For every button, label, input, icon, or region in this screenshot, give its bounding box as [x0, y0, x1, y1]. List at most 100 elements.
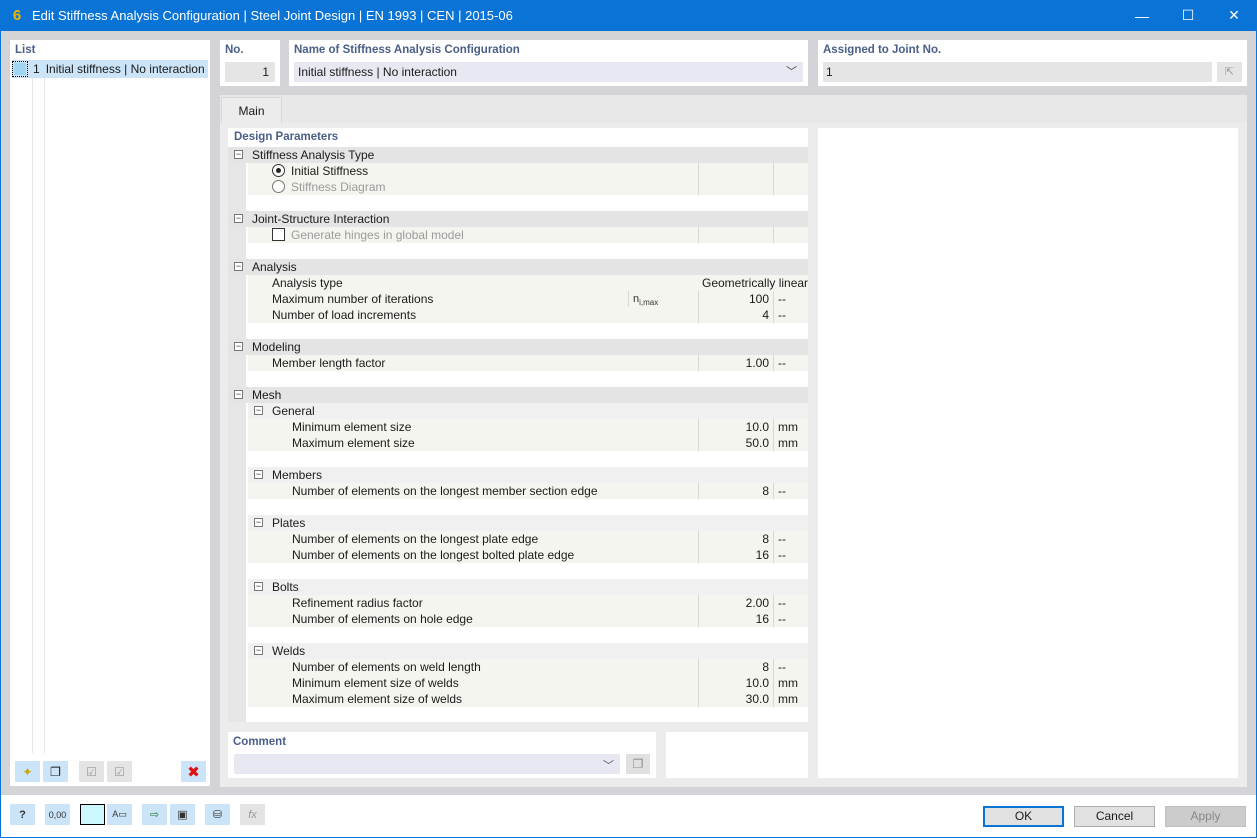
value-input[interactable]: 100 [698, 291, 773, 307]
copy-item-button[interactable]: ❐ [43, 761, 68, 782]
check-all-icon: ☑ [86, 764, 97, 779]
value-input[interactable]: 8 [698, 659, 773, 675]
group-interaction[interactable]: − Joint-Structure Interaction [228, 211, 808, 227]
parameter-label: Maximum number of iterations [272, 292, 434, 306]
parameter-row[interactable]: Number of elements on hole edge 16 -- [248, 611, 808, 627]
analysis-type-value[interactable]: Geometrically linear [698, 275, 808, 291]
save-icon: ▣ [177, 809, 188, 821]
list-label: List [15, 44, 36, 56]
parameter-label: Number of elements on the longest bolted… [292, 548, 575, 562]
minimize-button[interactable]: — [1119, 0, 1165, 31]
group-modeling[interactable]: − Modeling [228, 339, 808, 355]
option-row[interactable]: Generate hinges in global model [248, 227, 808, 243]
number-field[interactable]: 1 [225, 62, 275, 82]
formula-button[interactable]: fx [240, 804, 265, 825]
close-button[interactable]: ✕ [1211, 0, 1257, 31]
initial-stiffness-radio[interactable] [272, 164, 285, 177]
collapse-icon[interactable]: − [254, 646, 263, 655]
unit-cell [773, 179, 808, 195]
collapse-icon[interactable]: − [254, 582, 263, 591]
value-input[interactable]: 2.00 [698, 595, 773, 611]
collapse-icon[interactable]: − [234, 150, 243, 159]
comment-library-button[interactable]: ❐ [626, 754, 650, 774]
parameter-row[interactable]: Maximum number of iterations ni,max 100 … [248, 291, 808, 312]
chevron-down-icon[interactable]: ﹀ [603, 757, 614, 773]
parameter-row[interactable]: Number of elements on the longest plate … [248, 531, 808, 547]
value-input[interactable]: 4 [698, 307, 773, 323]
import-button[interactable]: ⇨ [142, 804, 167, 825]
subgroup-plates[interactable]: − Plates [248, 515, 808, 531]
value-input[interactable]: 10.0 [698, 419, 773, 435]
collapse-icon[interactable]: − [254, 518, 263, 527]
parameter-row[interactable]: Analysis type Geometrically linear [248, 275, 808, 291]
subgroup-bolts[interactable]: − Bolts [248, 579, 808, 595]
value-input[interactable]: 50.0 [698, 435, 773, 451]
subgroup-general[interactable]: − General [248, 403, 808, 419]
generate-hinges-checkbox[interactable] [272, 228, 285, 241]
parameter-row[interactable]: Minimum element size 10.0 mm [248, 419, 808, 435]
stiffness-diagram-radio[interactable] [272, 180, 285, 193]
check-all-button[interactable]: ☑ [79, 761, 104, 782]
group-stiffness-type[interactable]: − Stiffness Analysis Type [228, 147, 808, 163]
name-combobox[interactable]: Initial stiffness | No interaction ﹀ [294, 62, 803, 82]
collapse-icon[interactable]: − [254, 470, 263, 479]
spacer [248, 499, 808, 515]
assigned-joint-field[interactable]: 1 [823, 62, 1212, 82]
library-button[interactable]: ⛁ [205, 804, 230, 825]
parameter-row[interactable]: Number of elements on weld length 8 -- [248, 659, 808, 675]
value-input[interactable]: 10.0 [698, 675, 773, 691]
copy-icon: ❐ [632, 757, 644, 771]
delete-button[interactable]: ✖ [181, 761, 206, 782]
value-input[interactable]: 1.00 [698, 355, 773, 371]
spacer [248, 563, 808, 579]
apply-button[interactable]: Apply [1165, 806, 1246, 827]
option-row[interactable]: Initial Stiffness [248, 163, 808, 179]
collapse-icon[interactable]: − [234, 390, 243, 399]
units-decimals-button[interactable]: 0,00 [45, 804, 70, 825]
list-column-divider [32, 78, 33, 753]
new-item-button[interactable]: ✦ [15, 761, 40, 782]
delete-icon: ✖ [187, 763, 200, 781]
collapse-icon[interactable]: − [254, 406, 263, 415]
value-input[interactable]: 16 [698, 547, 773, 563]
maximize-button[interactable]: ☐ [1165, 0, 1211, 31]
group-analysis[interactable]: − Analysis [228, 259, 808, 275]
parameter-row[interactable]: Maximum element size 50.0 mm [248, 435, 808, 451]
toggle-check-button[interactable]: ☑ [107, 761, 132, 782]
pick-joint-button[interactable]: ⇱ [1217, 62, 1242, 82]
group-label: Stiffness Analysis Type [252, 148, 375, 162]
parameter-row[interactable]: Number of elements on the longest bolted… [248, 547, 808, 563]
value-input[interactable]: 16 [698, 611, 773, 627]
parameter-row[interactable]: Member length factor 1.00 -- [248, 355, 808, 371]
spacer [248, 371, 808, 387]
value-input[interactable]: 8 [698, 483, 773, 499]
collapse-icon[interactable]: − [234, 342, 243, 351]
parameter-row[interactable]: Minimum element size of welds 10.0 mm [248, 675, 808, 691]
color-swatch-button[interactable] [80, 804, 105, 825]
group-mesh[interactable]: − Mesh [228, 387, 808, 403]
subgroup-members[interactable]: − Members [248, 467, 808, 483]
list-item[interactable]: 1 Initial stiffness | No interaction [12, 60, 208, 78]
parameter-row[interactable]: Number of elements on the longest member… [248, 483, 808, 499]
cancel-button[interactable]: Cancel [1074, 806, 1155, 827]
parameter-row[interactable]: Number of load increments 4 -- [248, 307, 808, 323]
collapse-icon[interactable]: − [234, 214, 243, 223]
comment-combobox[interactable]: ﹀ [234, 754, 620, 774]
option-row[interactable]: Stiffness Diagram [248, 179, 808, 195]
subgroup-welds[interactable]: − Welds [248, 643, 808, 659]
parameter-label: Maximum element size of welds [292, 692, 463, 706]
parameter-row[interactable]: Refinement radius factor 2.00 -- [248, 595, 808, 611]
collapse-icon[interactable]: − [234, 262, 243, 271]
chevron-down-icon[interactable]: ﹀ [786, 62, 797, 82]
display-settings-icon: A▭ [112, 809, 127, 819]
value-input[interactable]: 30.0 [698, 691, 773, 707]
value-cell [698, 163, 773, 179]
ok-button[interactable]: OK [983, 806, 1064, 827]
display-settings-button[interactable]: A▭ [107, 804, 132, 825]
tab-main[interactable]: Main [221, 97, 282, 123]
parameter-row[interactable]: Maximum element size of welds 30.0 mm [248, 691, 808, 707]
save-button[interactable]: ▣ [170, 804, 195, 825]
value-input[interactable]: 8 [698, 531, 773, 547]
comment-panel: Comment ﹀ ❐ [228, 732, 656, 778]
help-button[interactable]: ? [10, 804, 35, 825]
